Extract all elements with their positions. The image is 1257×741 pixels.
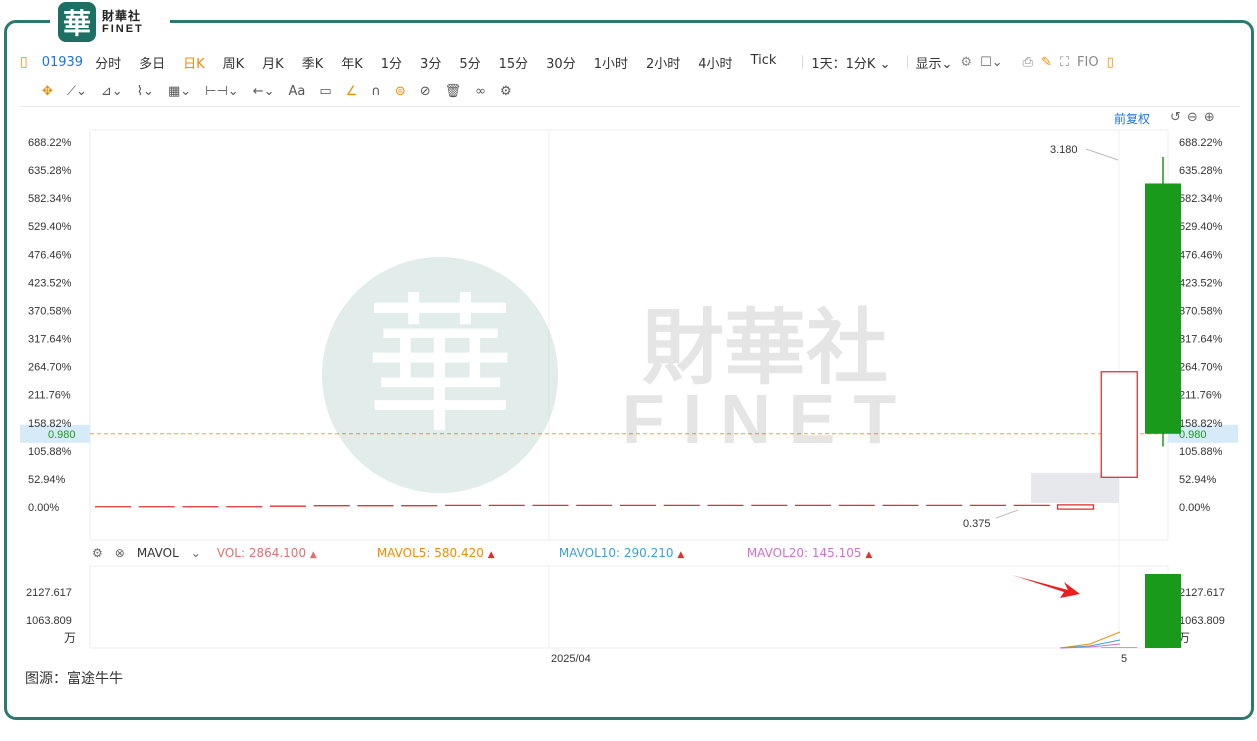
volume-bar	[1145, 574, 1181, 648]
candle-down-hollow	[1100, 371, 1138, 478]
vol-tick-label-right: 2127.617	[1179, 587, 1225, 599]
y-tick-label-right: 317.64%	[1179, 334, 1223, 346]
x-tick-label: 2025/04	[551, 653, 591, 665]
y-tick-label-left: 52.94%	[28, 474, 66, 486]
mavol20-value: MAVOL20: 145.105 ▲	[746, 546, 873, 560]
vol-tick-label-left: 2127.617	[26, 587, 72, 599]
watermark-en: FINET	[622, 380, 914, 458]
y-tick-label-right: 52.94%	[1179, 474, 1217, 486]
volume-legend: ⚙ ⊗ MAVOL ⌄ VOL: 2864.100 ▲ MAVOL5: 580.…	[92, 546, 872, 560]
chart-svg: 0.980 0.980 華 財華社 FINET 688.22%635.28%582…	[20, 129, 1238, 665]
y-tick-label-left: 582.34%	[28, 193, 72, 205]
y-tick-label-right: 423.52%	[1179, 277, 1223, 289]
y-tick-label-left: 158.82%	[28, 418, 72, 430]
x-tick-label: 5	[1121, 653, 1127, 665]
y-tick-label-right: 211.76%	[1179, 390, 1222, 402]
source-caption: 图源：富途牛牛	[25, 671, 123, 687]
vol-value: VOL: 2864.100 ▲	[216, 546, 317, 560]
y-tick-label-right: 529.40%	[1179, 221, 1223, 233]
high-price-label: 3.180	[1050, 144, 1078, 156]
volume-bar	[1101, 647, 1138, 648]
y-tick-label-right: 0.00%	[1179, 502, 1210, 514]
y-tick-label-left: 211.76%	[28, 390, 71, 402]
candle-down-hollow	[1056, 504, 1095, 510]
watermark-seal-char: 華	[365, 280, 515, 454]
y-tick-label-left: 105.88%	[28, 446, 72, 458]
volume-settings-icon[interactable]: ⚙	[92, 546, 103, 560]
y-tick-label-left: 476.46%	[28, 249, 72, 261]
y-tick-label-left: 317.64%	[28, 334, 72, 346]
y-tick-label-right: 688.22%	[1179, 137, 1223, 149]
vol-tick-label-right: 1063.809	[1179, 615, 1225, 627]
y-tick-label-left: 0.00%	[28, 502, 59, 514]
indicator-name[interactable]: MAVOL	[137, 546, 179, 560]
volume-close-icon[interactable]: ⊗	[115, 546, 125, 560]
y-tick-label-left: 688.22%	[28, 137, 72, 149]
current-price-label-left: 0.980	[48, 429, 76, 441]
y-tick-label-right: 105.88%	[1179, 446, 1223, 458]
mavol10-value: MAVOL10: 290.210 ▲	[558, 546, 685, 560]
high-label-leader	[1085, 148, 1119, 161]
y-tick-label-left: 423.52%	[28, 277, 72, 289]
low-label-leader	[995, 509, 1019, 519]
y-tick-label-right: 635.28%	[1179, 165, 1223, 177]
y-tick-label-left: 529.40%	[28, 221, 72, 233]
y-tick-label-left: 264.70%	[28, 362, 72, 374]
current-price-label-right: 0.980	[1179, 429, 1207, 441]
mavol5-value: MAVOL5: 580.420 ▲	[376, 546, 495, 560]
red-arrow-annotation	[1012, 575, 1080, 598]
vol-unit-left: 万	[64, 631, 76, 645]
y-tick-label-left: 370.58%	[28, 305, 72, 317]
y-tick-label-left: 635.28%	[28, 165, 72, 177]
low-price-label: 0.375	[963, 518, 991, 530]
plot-area	[89, 129, 1169, 541]
indicator-dropdown-icon[interactable]: ⌄	[191, 546, 201, 560]
y-tick-label-right: 582.34%	[1179, 193, 1223, 205]
volume-area	[89, 565, 1169, 649]
y-tick-label-right: 370.58%	[1179, 305, 1223, 317]
vol-tick-label-left: 1063.809	[26, 615, 72, 627]
candle-up	[1145, 183, 1181, 434]
y-tick-label-right: 264.70%	[1179, 362, 1223, 374]
y-tick-label-right: 158.82%	[1179, 418, 1223, 430]
y-tick-label-right: 476.46%	[1179, 249, 1223, 261]
